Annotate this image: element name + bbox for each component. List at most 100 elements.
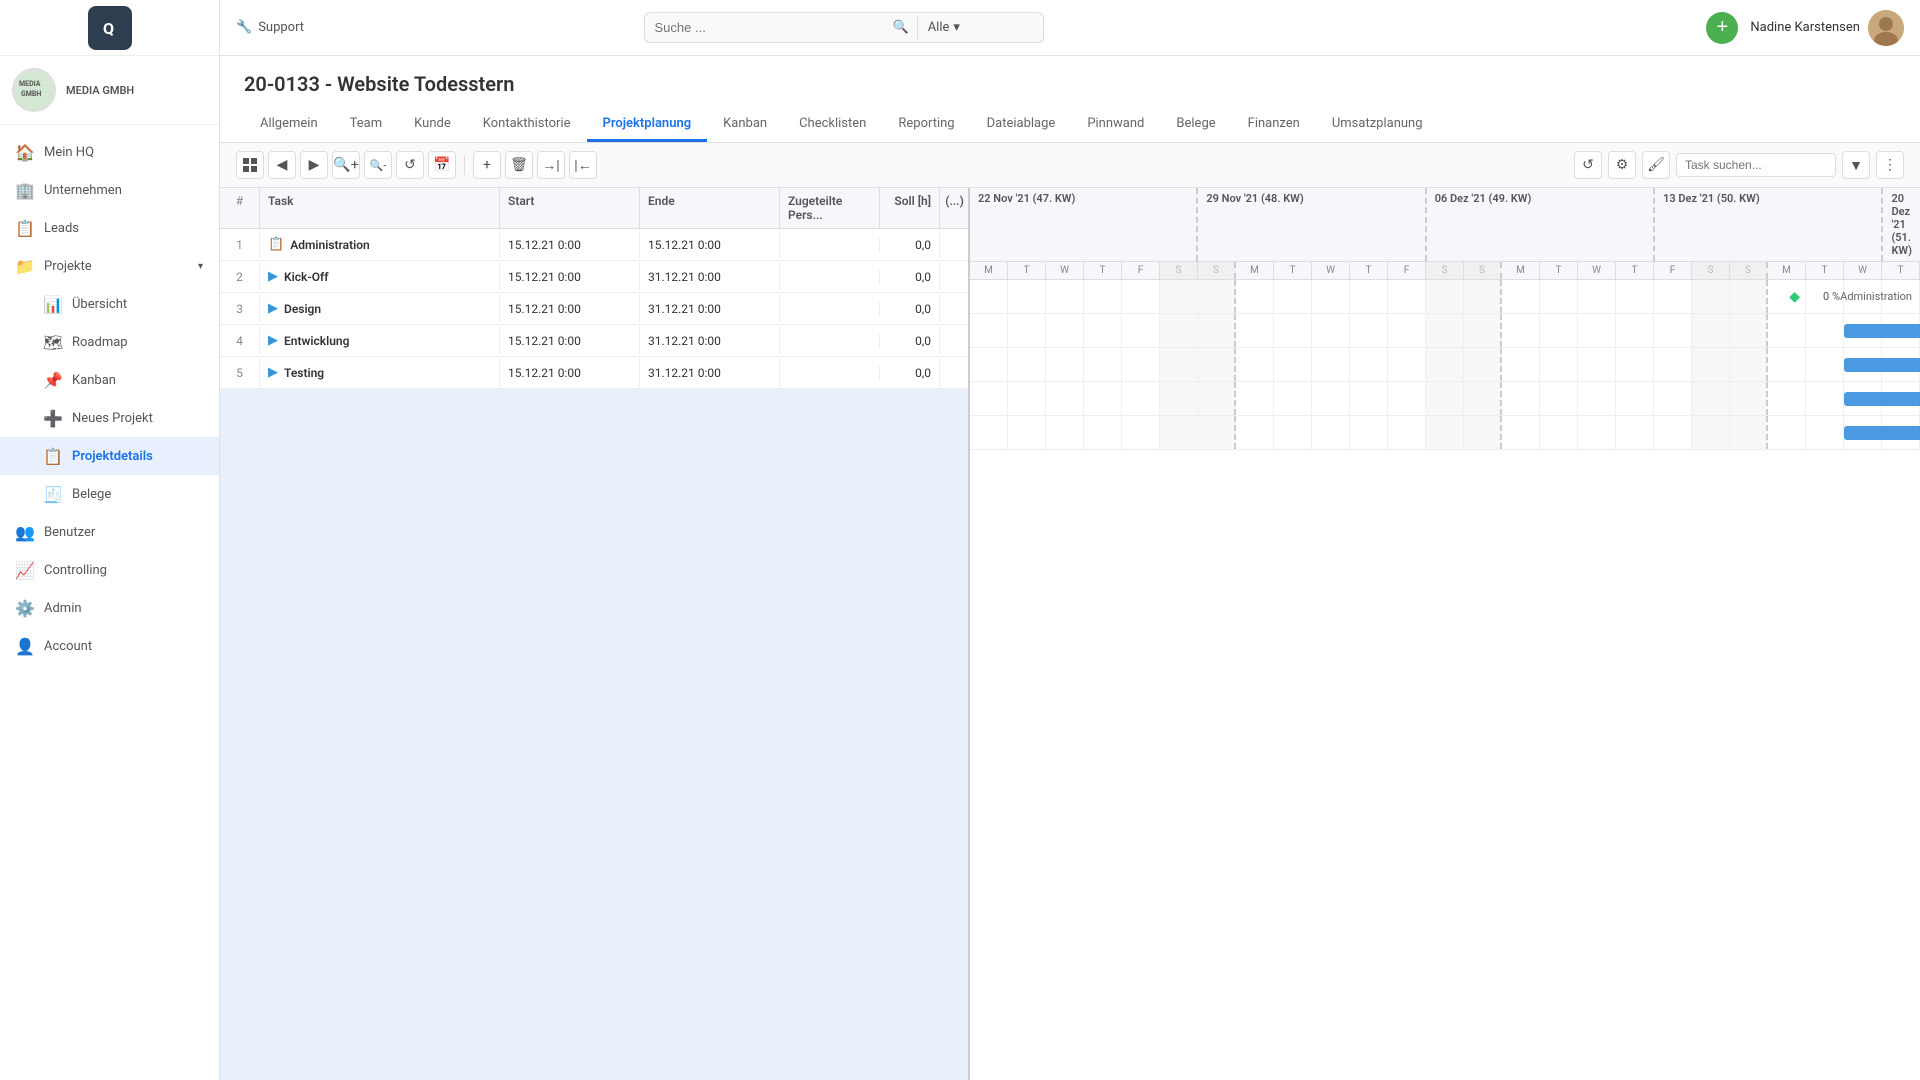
tab-reporting[interactable]: Reporting xyxy=(882,108,970,142)
next-button[interactable]: ▶ xyxy=(300,151,328,179)
cell-task-5[interactable]: ▶ Testing xyxy=(260,358,500,387)
week-label-48: 29 Nov '21 (48. KW) xyxy=(1198,188,1426,261)
cell-end-5: 31.12.21 0:00 xyxy=(640,359,780,387)
calendar-button[interactable]: 📅 xyxy=(428,151,456,179)
day-cell: S xyxy=(1198,262,1236,279)
chevron-down-icon: ▾ xyxy=(198,261,203,272)
sidebar-label-kanban: Kanban xyxy=(72,373,116,388)
filter-label: Alle xyxy=(928,20,950,35)
belege-sub-icon: 🧾 xyxy=(44,485,62,503)
col-header-task: Task xyxy=(260,188,500,228)
search-input[interactable] xyxy=(645,13,885,42)
sidebar-item-account[interactable]: 👤 Account xyxy=(0,627,219,665)
gantt-filter-icon[interactable]: 🖌 xyxy=(1642,151,1670,179)
add-button[interactable]: + xyxy=(1706,12,1738,44)
user-menu[interactable]: Nadine Karstensen xyxy=(1750,10,1904,46)
roadmap-icon: 🗺 xyxy=(44,333,62,351)
day-cell: T xyxy=(1540,262,1578,279)
search-area: 🔍 Alle ▾ xyxy=(644,12,1044,43)
sidebar-item-roadmap[interactable]: 🗺 Roadmap xyxy=(0,323,219,361)
cell-end-4: 31.12.21 0:00 xyxy=(640,327,780,355)
indent-button[interactable]: →| xyxy=(537,151,565,179)
sidebar-item-projektdetails[interactable]: 📋 Projektdetails xyxy=(0,437,219,475)
sidebar-item-uebersicht[interactable]: 📊 Übersicht xyxy=(0,285,219,323)
gantt-settings-icon[interactable]: ⚙ xyxy=(1608,151,1636,179)
kanban-icon: 📌 xyxy=(44,371,62,389)
cell-task-3[interactable]: ▶ Design xyxy=(260,294,500,323)
tab-team[interactable]: Team xyxy=(334,108,399,142)
col-header-soll: Soll [h] xyxy=(880,188,940,228)
tab-dateiablage[interactable]: Dateiablage xyxy=(971,108,1072,142)
uebersicht-icon: 📊 xyxy=(44,295,62,313)
cell-start-4: 15.12.21 0:00 xyxy=(500,327,640,355)
tab-finanzen[interactable]: Finanzen xyxy=(1232,108,1316,142)
tab-projektplanung[interactable]: Projektplanung xyxy=(587,108,708,142)
cell-end-3: 31.12.21 0:00 xyxy=(640,295,780,323)
gantt-filter-btn[interactable]: ▼ xyxy=(1842,151,1870,179)
col-header-num: # xyxy=(220,188,260,228)
gantt-refresh-icon[interactable]: ↺ xyxy=(1574,151,1602,179)
app-logo[interactable]: Q xyxy=(0,0,219,56)
table-row: 1 📋 Administration 15.12.21 0:00 15.12.2… xyxy=(220,229,968,261)
add-task-button[interactable]: + xyxy=(473,151,501,179)
logo-icon: Q xyxy=(88,6,132,50)
tab-belege[interactable]: Belege xyxy=(1160,108,1231,142)
svg-text:MEDIA: MEDIA xyxy=(19,80,41,88)
sidebar-item-unternehmen[interactable]: 🏢 Unternehmen xyxy=(0,171,219,209)
main-area: 🔧 Support 🔍 Alle ▾ + Nadine Karstensen xyxy=(220,0,1920,1080)
sidebar-label-unternehmen: Unternehmen xyxy=(44,183,122,198)
view-grid-button[interactable] xyxy=(236,151,264,179)
gantt-options-btn[interactable]: ⋮ xyxy=(1876,151,1904,179)
tab-kanban[interactable]: Kanban xyxy=(707,108,783,142)
tab-allgemein[interactable]: Allgemein xyxy=(244,108,334,142)
day-cell: T xyxy=(1882,262,1920,279)
cell-extra-3 xyxy=(940,302,970,316)
tab-umsatzplanung[interactable]: Umsatzplanung xyxy=(1316,108,1439,142)
topbar: 🔧 Support 🔍 Alle ▾ + Nadine Karstensen xyxy=(220,0,1920,56)
search-filter-dropdown[interactable]: Alle ▾ xyxy=(918,13,970,42)
outdent-button[interactable]: |← xyxy=(569,151,597,179)
cell-task-4[interactable]: ▶ Entwicklung xyxy=(260,326,500,355)
sidebar-label-neues-projekt: Neues Projekt xyxy=(72,411,153,426)
filter-chevron-icon: ▾ xyxy=(953,20,960,35)
svg-text:GMBH: GMBH xyxy=(21,90,41,98)
gantt-bar xyxy=(1844,426,1920,440)
sidebar-item-neues-projekt[interactable]: ➕ Neues Projekt xyxy=(0,399,219,437)
cell-assigned-2 xyxy=(780,270,880,284)
gantt-task-bar-label: Administration xyxy=(1840,290,1912,303)
support-button[interactable]: 🔧 Support xyxy=(236,20,304,35)
day-cell: F xyxy=(1654,262,1692,279)
sidebar-item-belege-sub[interactable]: 🧾 Belege xyxy=(0,475,219,513)
sidebar-item-benutzer[interactable]: 👥 Benutzer xyxy=(0,513,219,551)
search-icon[interactable]: 🔍 xyxy=(885,13,917,42)
cell-assigned-5 xyxy=(780,366,880,380)
tab-kontakthistorie[interactable]: Kontakthistorie xyxy=(467,108,587,142)
task-search-input[interactable] xyxy=(1676,153,1836,177)
gantt-container: # Task Start Ende Zugeteilte Pers... Sol… xyxy=(220,188,1920,1080)
sidebar-item-admin[interactable]: ⚙️ Admin xyxy=(0,589,219,627)
cell-start-2: 15.12.21 0:00 xyxy=(500,263,640,291)
week-label-47: 22 Nov '21 (47. KW) xyxy=(970,188,1198,261)
tab-checklisten[interactable]: Checklisten xyxy=(783,108,882,142)
tab-pinnwand[interactable]: Pinnwand xyxy=(1071,108,1160,142)
cell-num-2: 2 xyxy=(220,263,260,291)
prev-button[interactable]: ◀ xyxy=(268,151,296,179)
sidebar-item-controlling[interactable]: 📈 Controlling xyxy=(0,551,219,589)
cell-task-1[interactable]: 📋 Administration xyxy=(260,230,500,259)
projektdetails-icon: 📋 xyxy=(44,447,62,465)
day-cell: F xyxy=(1122,262,1160,279)
sidebar-item-leads[interactable]: 📋 Leads xyxy=(0,209,219,247)
company-name: MEDIA GMBH xyxy=(66,84,134,97)
sidebar-item-mein-hq[interactable]: 🏠 Mein HQ xyxy=(0,133,219,171)
delete-task-button[interactable]: 🗑 xyxy=(505,151,533,179)
cell-task-2[interactable]: ▶ Kick-Off xyxy=(260,262,500,291)
toolbar-right: ↺ ⚙ 🖌 ▼ ⋮ xyxy=(1574,151,1904,179)
zoom-out-button[interactable]: 🔍- xyxy=(364,151,392,179)
refresh-button[interactable]: ↺ xyxy=(396,151,424,179)
cell-start-3: 15.12.21 0:00 xyxy=(500,295,640,323)
sidebar-item-kanban[interactable]: 📌 Kanban xyxy=(0,361,219,399)
day-cell: S xyxy=(1692,262,1730,279)
zoom-in-button[interactable]: 🔍+ xyxy=(332,151,360,179)
tab-kunde[interactable]: Kunde xyxy=(398,108,467,142)
sidebar-item-projekte[interactable]: 📁 Projekte ▾ xyxy=(0,247,219,285)
